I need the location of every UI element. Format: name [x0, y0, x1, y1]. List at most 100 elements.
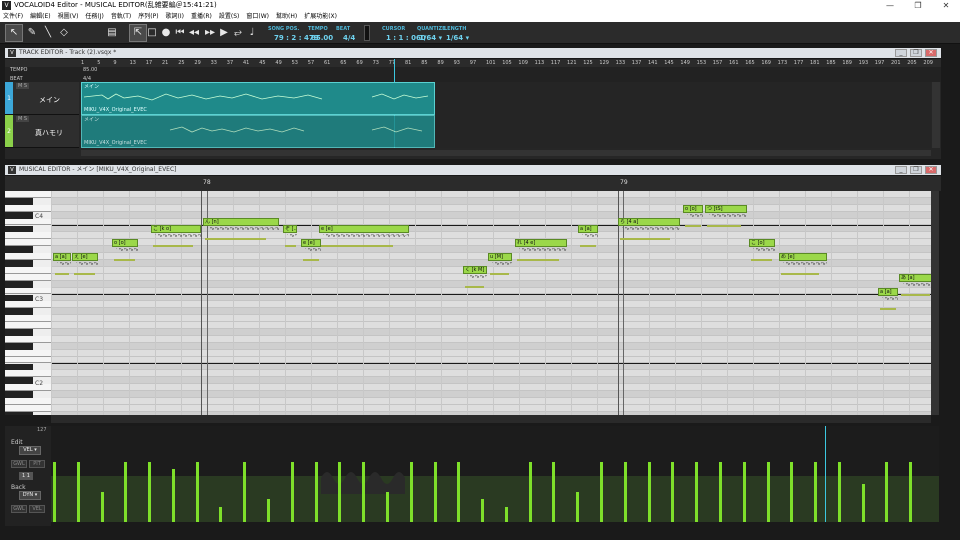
- velocity-bar[interactable]: [742, 461, 746, 522]
- menu-view[interactable]: 視圖(V): [58, 11, 79, 22]
- pencil-tool-icon[interactable]: ✎: [24, 25, 40, 41]
- black-key[interactable]: [5, 308, 33, 316]
- velocity-bar[interactable]: [100, 491, 104, 522]
- velocity-bar[interactable]: [219, 506, 223, 522]
- menu-window[interactable]: 窗口(W): [246, 11, 269, 22]
- velocity-bar[interactable]: [766, 461, 770, 522]
- menu-track[interactable]: 音軌(T): [111, 11, 131, 22]
- close-icon[interactable]: ✕: [932, 0, 960, 11]
- velocity-bar[interactable]: [695, 461, 699, 522]
- velocity-bar[interactable]: [528, 461, 532, 522]
- note-5[interactable]: ん [n]: [203, 218, 279, 226]
- white-key[interactable]: [5, 398, 51, 405]
- black-key[interactable]: [5, 391, 33, 398]
- panel-close-icon[interactable]: ✕: [925, 49, 937, 57]
- velocity-bar[interactable]: [409, 461, 413, 522]
- gwl-button[interactable]: GWL: [11, 460, 27, 468]
- white-key[interactable]: [5, 218, 51, 226]
- panel-restore-icon[interactable]: ❐: [910, 166, 922, 174]
- piano-keyboard[interactable]: [5, 191, 51, 415]
- velocity-lane[interactable]: [51, 426, 939, 522]
- velocity-bar[interactable]: [457, 461, 461, 522]
- metronome-icon[interactable]: ♩: [244, 25, 260, 41]
- note-6[interactable]: ぞ [...: [283, 225, 297, 233]
- black-key[interactable]: [5, 225, 33, 233]
- note-3[interactable]: o [o]: [112, 239, 138, 247]
- menu-job[interactable]: 任務(J): [85, 11, 103, 22]
- note-7[interactable]: e [e]: [301, 239, 321, 247]
- note-15[interactable]: つ [tS]: [705, 205, 747, 213]
- pit-button[interactable]: PIT: [29, 460, 45, 468]
- white-key[interactable]: [5, 287, 51, 295]
- velocity-bar[interactable]: [290, 461, 294, 522]
- back-param-select[interactable]: DYN ▾: [19, 491, 41, 500]
- note-11[interactable]: れ [4 e]: [515, 239, 567, 247]
- panel-close-icon[interactable]: ✕: [925, 166, 937, 174]
- white-key[interactable]: [5, 356, 51, 364]
- track-part[interactable]: メイン MIKU_V4X_Original_EVEC: [81, 82, 435, 115]
- black-key[interactable]: [5, 329, 33, 336]
- velocity-bar[interactable]: [861, 484, 865, 522]
- beat-value[interactable]: 4/4: [343, 34, 355, 42]
- note-14[interactable]: o [o]: [683, 205, 703, 213]
- note-18[interactable]: a [a]: [878, 288, 898, 296]
- velocity-bar[interactable]: [124, 461, 128, 522]
- mini-toggle-button[interactable]: 1 1: [19, 472, 33, 480]
- note-4[interactable]: こ [k o]: [151, 225, 201, 233]
- note-17[interactable]: め [e]: [779, 253, 827, 261]
- velocity-bar[interactable]: [504, 506, 508, 522]
- note-19[interactable]: あ [a]: [899, 274, 931, 282]
- menu-help[interactable]: 幫助(H): [276, 11, 297, 22]
- note-2[interactable]: え [e]: [72, 253, 98, 261]
- mute-solo-toggle[interactable]: M S: [16, 83, 30, 89]
- menu-file[interactable]: 文件(F): [3, 11, 23, 22]
- velocity-bar[interactable]: [195, 461, 199, 522]
- minimize-icon[interactable]: —: [876, 0, 904, 11]
- black-key[interactable]: [5, 377, 33, 385]
- velocity-bar[interactable]: [909, 461, 913, 522]
- note-8[interactable]: e [e]: [319, 225, 409, 233]
- arrow-tool-icon[interactable]: ↖: [5, 24, 23, 42]
- velocity-bar[interactable]: [53, 461, 56, 522]
- eraser-tool-icon[interactable]: ◇: [56, 25, 72, 41]
- white-key[interactable]: [5, 335, 51, 343]
- score-icon[interactable]: ▤: [104, 25, 120, 41]
- velocity-bar[interactable]: [338, 461, 342, 522]
- velocity-bar[interactable]: [433, 461, 437, 522]
- velocity-bar[interactable]: [885, 461, 889, 522]
- white-key[interactable]: [5, 301, 51, 309]
- velocity-bar[interactable]: [267, 499, 271, 522]
- track-horizontal-scrollbar[interactable]: [81, 150, 931, 156]
- track-vertical-scrollbar[interactable]: [932, 82, 940, 148]
- note-grid[interactable]: a [a]ᐟ∿∿∿∿∿∿∿∿∿∿∿∿∿∿∿∿∿∿∿∿え [e]ᐟ∿∿∿∿∿∿∿∿…: [51, 191, 931, 415]
- panel-restore-icon[interactable]: ❐: [910, 49, 922, 57]
- panel-minimize-icon[interactable]: _: [895, 166, 907, 174]
- velocity-bar[interactable]: [647, 461, 651, 522]
- track-header-1[interactable]: 1 M S メイン: [5, 82, 79, 115]
- velocity-bar[interactable]: [76, 461, 80, 522]
- velocity-bar[interactable]: [552, 461, 556, 522]
- white-key[interactable]: [5, 370, 51, 378]
- length-select[interactable]: 1/64 ▾: [446, 34, 469, 42]
- track-name[interactable]: メイン: [39, 95, 60, 105]
- white-key[interactable]: [5, 191, 51, 198]
- white-key[interactable]: [5, 253, 51, 260]
- white-key[interactable]: [5, 204, 51, 212]
- note-10[interactable]: u [M]: [488, 253, 512, 261]
- velocity-bar[interactable]: [718, 461, 722, 522]
- white-key[interactable]: [5, 322, 51, 329]
- musical-editor-ruler[interactable]: 78 79: [5, 176, 941, 191]
- black-key[interactable]: [5, 363, 33, 371]
- black-key[interactable]: [5, 197, 33, 205]
- quantize-select[interactable]: 1/64 ▾: [419, 34, 442, 42]
- white-key[interactable]: [5, 384, 51, 392]
- piano-horizontal-scrollbar[interactable]: [51, 415, 931, 423]
- white-key[interactable]: [5, 404, 51, 412]
- track-name[interactable]: 真ハモリ: [35, 128, 63, 138]
- velocity-bar[interactable]: [171, 469, 175, 522]
- tempo-value[interactable]: 85.00: [311, 34, 333, 42]
- velocity-bar[interactable]: [314, 461, 318, 522]
- measure-ruler[interactable]: 1 5 9 13 17 21 25 29 33 37 41 45 49 53 57 61 65 69 73 77 81 8…: [5, 59, 941, 67]
- black-key[interactable]: [5, 342, 33, 350]
- black-key[interactable]: [5, 294, 33, 302]
